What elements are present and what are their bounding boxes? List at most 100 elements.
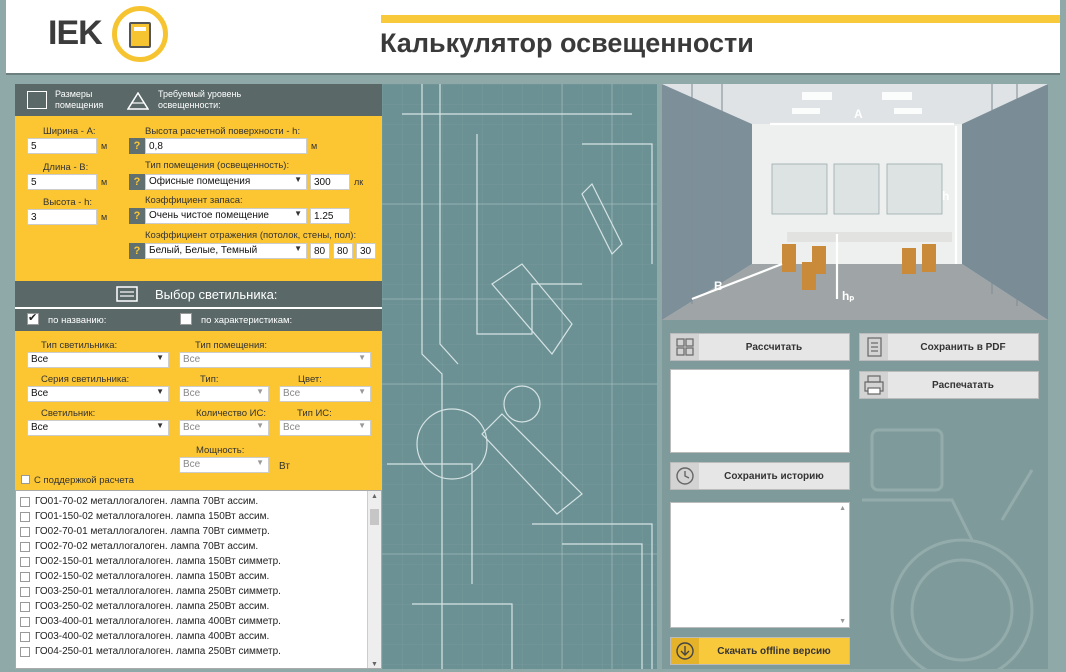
height-unit: м bbox=[101, 212, 108, 222]
reflection-label: Коэффициент отражения (потолок, стены, п… bbox=[145, 230, 357, 241]
height-input[interactable] bbox=[27, 209, 97, 225]
source-type-value: Все bbox=[283, 422, 301, 433]
luminaire-type-value: Все bbox=[31, 354, 49, 365]
filter-room-type-select[interactable]: Все ▼ bbox=[179, 352, 371, 368]
save-history-button[interactable]: Сохранить историю bbox=[670, 462, 850, 490]
chevron-down-icon: ▼ bbox=[358, 421, 366, 430]
surface-height-input[interactable] bbox=[145, 138, 307, 154]
room-type-value: Офисные помещения bbox=[149, 176, 251, 187]
title-accent-bar bbox=[381, 15, 1060, 23]
series-select[interactable]: Все ▼ bbox=[27, 386, 169, 402]
reflection-ceiling-input[interactable] bbox=[310, 243, 330, 259]
support-calc-checkbox[interactable] bbox=[21, 475, 30, 484]
lux-input[interactable] bbox=[310, 174, 350, 190]
luminaire-filter-form: Тип светильника: Все ▼ Тип помещения: Все… bbox=[15, 331, 382, 490]
lux-unit: лк bbox=[354, 177, 364, 187]
reserve-help-button[interactable]: ? bbox=[129, 208, 145, 224]
room-type-select[interactable]: Офисные помещения ▼ bbox=[145, 174, 307, 190]
kind-value: Все bbox=[183, 388, 201, 399]
list-item-checkbox[interactable] bbox=[20, 572, 30, 582]
list-item-checkbox[interactable] bbox=[20, 602, 30, 612]
iek-logo: IEK bbox=[44, 6, 170, 64]
reflection-help-button[interactable]: ? bbox=[129, 243, 145, 259]
surface-height-label: Высота расчетной поверхности - h: bbox=[145, 126, 301, 137]
dimension-b-label: B bbox=[714, 279, 723, 293]
list-item-checkbox[interactable] bbox=[20, 617, 30, 627]
source-type-select[interactable]: Все ▼ bbox=[279, 420, 371, 436]
by-name-label: по названию: bbox=[48, 315, 107, 326]
by-specs-checkbox[interactable] bbox=[180, 313, 192, 325]
reserve-factor-select[interactable]: Очень чистое помещение ▼ bbox=[145, 208, 307, 224]
kind-label: Тип: bbox=[200, 374, 219, 385]
lamp-select[interactable]: Все ▼ bbox=[27, 420, 169, 436]
print-button[interactable]: Распечатать bbox=[859, 371, 1039, 399]
reserve-factor-input[interactable] bbox=[310, 208, 350, 224]
list-item-checkbox[interactable] bbox=[20, 557, 30, 567]
luminaire-type-select[interactable]: Все ▼ bbox=[27, 352, 169, 368]
source-qty-label: Количество ИС: bbox=[196, 408, 266, 419]
chevron-down-icon: ▼ bbox=[256, 458, 264, 467]
reflection-walls-input[interactable] bbox=[333, 243, 353, 259]
calculate-button[interactable]: Рассчитать bbox=[670, 333, 850, 361]
power-select[interactable]: Все ▼ bbox=[179, 457, 269, 473]
chevron-down-icon: ▼ bbox=[358, 387, 366, 396]
scroll-up-icon[interactable]: ▲ bbox=[839, 505, 846, 512]
print-label: Распечатать bbox=[932, 380, 994, 391]
scroll-down-icon[interactable]: ▼ bbox=[371, 661, 378, 668]
surface-help-button[interactable]: ? bbox=[129, 138, 145, 154]
download-offline-button[interactable]: Скачать offline версию bbox=[670, 637, 850, 665]
support-calc-label: С поддержкой расчета bbox=[34, 475, 134, 486]
scroll-thumb[interactable] bbox=[370, 509, 379, 525]
result-box bbox=[670, 369, 850, 453]
width-label: Ширина - А: bbox=[43, 126, 96, 137]
download-icon bbox=[671, 638, 699, 664]
width-unit: м bbox=[101, 141, 108, 151]
chevron-down-icon: ▼ bbox=[294, 244, 302, 253]
list-item-checkbox[interactable] bbox=[20, 587, 30, 597]
reserve-factor-label: Коэффициент запаса: bbox=[145, 195, 243, 206]
kind-select[interactable]: Все ▼ bbox=[179, 386, 269, 402]
length-input[interactable] bbox=[27, 174, 97, 190]
filter-room-type-label: Тип помещения: bbox=[195, 340, 268, 351]
tab-room-size[interactable]: Размеры помещения bbox=[55, 89, 115, 111]
luminaire-section-header: Выбор светильника: bbox=[15, 281, 382, 307]
chevron-down-icon: ▼ bbox=[358, 353, 366, 362]
list-item-checkbox[interactable] bbox=[20, 632, 30, 642]
list-item-checkbox[interactable] bbox=[20, 542, 30, 552]
filter-room-type-value: Все bbox=[183, 354, 201, 365]
list-item-checkbox[interactable] bbox=[20, 527, 30, 537]
scroll-up-icon[interactable]: ▲ bbox=[371, 493, 378, 500]
save-pdf-button[interactable]: Сохранить в PDF bbox=[859, 333, 1039, 361]
floodlight-watermark-icon bbox=[862, 428, 1034, 669]
source-qty-select[interactable]: Все ▼ bbox=[179, 420, 269, 436]
chevron-down-icon: ▼ bbox=[156, 353, 164, 362]
room-section-header: Размеры помещения Требуемый уровень осве… bbox=[15, 84, 382, 116]
by-specs-label: по характеристикам: bbox=[201, 315, 293, 326]
source-qty-value: Все bbox=[183, 422, 201, 433]
list-item-checkbox[interactable] bbox=[20, 647, 30, 657]
power-unit: Вт bbox=[279, 461, 290, 472]
list-item-checkbox[interactable] bbox=[20, 497, 30, 507]
width-input[interactable] bbox=[27, 138, 97, 154]
series-label: Серия светильника: bbox=[41, 374, 130, 385]
color-select[interactable]: Все ▼ bbox=[279, 386, 371, 402]
source-type-label: Тип ИС: bbox=[297, 408, 332, 419]
chevron-down-icon: ▼ bbox=[156, 421, 164, 430]
list-item-checkbox[interactable] bbox=[20, 512, 30, 522]
page-title: Калькулятор освещенности bbox=[380, 28, 754, 58]
save-pdf-label: Сохранить в PDF bbox=[920, 342, 1006, 353]
chevron-down-icon: ▼ bbox=[294, 209, 302, 218]
scroll-down-icon[interactable]: ▼ bbox=[839, 618, 846, 625]
room-type-help-button[interactable]: ? bbox=[129, 174, 145, 190]
reflection-select[interactable]: Белый, Белые, Темный ▼ bbox=[145, 243, 307, 259]
logo-text: IEK bbox=[48, 14, 103, 52]
list-scrollbar[interactable]: ▲ ▼ bbox=[367, 491, 381, 668]
history-icon bbox=[671, 463, 699, 489]
reflection-floor-input[interactable] bbox=[356, 243, 376, 259]
tab-light-level[interactable]: Требуемый уровень освещенности: bbox=[158, 89, 268, 111]
chevron-down-icon: ▼ bbox=[156, 387, 164, 396]
parameters-panel: Размеры помещения Требуемый уровень осве… bbox=[15, 84, 382, 669]
by-name-checkbox[interactable] bbox=[27, 311, 39, 325]
printer-icon bbox=[860, 372, 888, 398]
color-label: Цвет: bbox=[298, 374, 322, 385]
